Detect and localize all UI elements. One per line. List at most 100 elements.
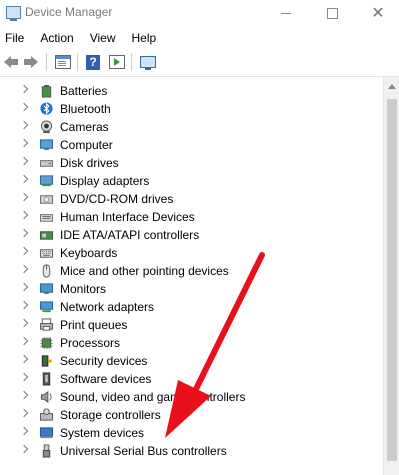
chevron-right-icon[interactable] <box>19 444 29 454</box>
tree-item-human-interface-devices[interactable]: Human Interface Devices <box>0 208 382 226</box>
network-adapter-icon <box>39 300 54 314</box>
tree-item-monitors[interactable]: Monitors <box>0 280 382 298</box>
chevron-right-icon[interactable] <box>19 336 29 346</box>
tree-item-network-adapters[interactable]: Network adapters <box>0 298 382 316</box>
chevron-right-icon[interactable] <box>19 264 29 274</box>
system-device-icon <box>39 426 54 440</box>
scroll-thumb[interactable] <box>387 99 397 461</box>
maximize-icon <box>326 8 338 19</box>
chevron-right-icon[interactable] <box>19 390 29 400</box>
chevron-right-icon[interactable] <box>19 282 29 292</box>
tree-item-label: Network adapters <box>60 300 155 314</box>
tree-item-label: Display adapters <box>60 174 150 188</box>
minimize-button[interactable] <box>263 0 309 27</box>
tree-item-label: Monitors <box>60 282 107 296</box>
tree-item-software-devices[interactable]: Software devices <box>0 370 382 388</box>
software-device-icon <box>39 372 54 386</box>
display-adapter-icon <box>39 174 54 188</box>
chevron-right-icon[interactable] <box>19 174 29 184</box>
title-bar: Device Manager ✕ <box>0 0 399 27</box>
chevron-right-icon[interactable] <box>19 156 29 166</box>
close-button[interactable]: ✕ <box>355 0 399 27</box>
tree-item-label: Disk drives <box>60 156 119 170</box>
battery-icon <box>39 84 54 98</box>
tree-item-disk-drives[interactable]: Disk drives <box>0 154 382 172</box>
tree-item-security-devices[interactable]: Security devices <box>0 352 382 370</box>
security-device-icon <box>39 354 54 368</box>
tree-item-mice-and-other-pointing-devices[interactable]: Mice and other pointing devices <box>0 262 382 280</box>
chevron-right-icon[interactable] <box>19 210 29 220</box>
dvd-drive-icon <box>39 192 54 206</box>
menu-action[interactable]: Action <box>32 27 81 49</box>
camera-icon <box>39 120 54 134</box>
menu-file[interactable]: File <box>0 27 32 49</box>
tree-item-bluetooth[interactable]: Bluetooth <box>0 100 382 118</box>
close-icon: ✕ <box>371 4 385 22</box>
tree-item-ide-ata-atapi-controllers[interactable]: IDE ATA/ATAPI controllers <box>0 226 382 244</box>
chevron-right-icon[interactable] <box>19 426 29 436</box>
tree-item-processors[interactable]: Processors <box>0 334 382 352</box>
tree-item-universal-serial-bus-controllers[interactable]: Universal Serial Bus controllers <box>0 442 382 460</box>
tree-item-system-devices[interactable]: System devices <box>0 424 382 442</box>
chevron-right-icon[interactable] <box>19 246 29 256</box>
toolbar-separator <box>131 53 132 71</box>
tree-item-label: Bluetooth <box>60 102 111 116</box>
minimize-icon <box>281 13 291 14</box>
chevron-right-icon[interactable] <box>19 318 29 328</box>
vertical-scrollbar[interactable] <box>383 77 399 475</box>
chevron-right-icon[interactable] <box>19 354 29 364</box>
help-icon[interactable]: ? <box>84 54 102 70</box>
tree-item-label: Print queues <box>60 318 128 332</box>
chevron-right-icon[interactable] <box>19 372 29 382</box>
tree-item-computer[interactable]: Computer <box>0 136 382 154</box>
back-arrow-icon[interactable] <box>2 54 20 70</box>
keyboard-icon <box>39 246 54 260</box>
tree-item-label: Storage controllers <box>60 408 161 422</box>
tree-item-label: Keyboards <box>60 246 118 260</box>
usb-icon <box>39 444 54 458</box>
menu-help[interactable]: Help <box>124 27 165 49</box>
tree-item-batteries[interactable]: Batteries <box>0 82 382 100</box>
chevron-right-icon[interactable] <box>19 300 29 310</box>
tree-item-display-adapters[interactable]: Display adapters <box>0 172 382 190</box>
chevron-right-icon[interactable] <box>19 408 29 418</box>
tree-item-label: IDE ATA/ATAPI controllers <box>60 228 200 242</box>
chevron-right-icon[interactable] <box>19 120 29 130</box>
tree-item-label: Universal Serial Bus controllers <box>60 444 227 458</box>
device-tree: Batteries Bluetooth Cameras Computer Disk dr… <box>0 77 382 475</box>
tree-item-sound-video-and-game-controllers[interactable]: Sound, video and game controllers <box>0 388 382 406</box>
tree-item-keyboards[interactable]: Keyboards <box>0 244 382 262</box>
disk-drive-icon <box>39 156 54 170</box>
tree-item-label: Mice and other pointing devices <box>60 264 229 278</box>
mouse-icon <box>39 264 54 278</box>
forward-arrow-icon[interactable] <box>22 54 40 70</box>
tree-item-storage-controllers[interactable]: Storage controllers <box>0 406 382 424</box>
scroll-up-icon[interactable] <box>388 84 396 89</box>
tree-item-dvd-cd-rom-drives[interactable]: DVD/CD-ROM drives <box>0 190 382 208</box>
storage-controller-icon <box>39 408 54 422</box>
tree-item-label: System devices <box>60 426 145 440</box>
menu-view[interactable]: View <box>82 27 124 49</box>
tree-item-print-queues[interactable]: Print queues <box>0 316 382 334</box>
window-title: Device Manager <box>25 5 113 19</box>
tree-item-label: Human Interface Devices <box>60 210 195 224</box>
tree-item-label: Software devices <box>60 372 152 386</box>
chevron-right-icon[interactable] <box>19 84 29 94</box>
chevron-right-icon[interactable] <box>19 228 29 238</box>
device-manager-app-icon <box>6 6 21 21</box>
run-icon[interactable] <box>108 54 126 70</box>
tree-item-label: Sound, video and game controllers <box>60 390 246 404</box>
scan-hardware-icon[interactable] <box>139 54 157 70</box>
maximize-button[interactable] <box>309 0 355 27</box>
sound-icon <box>39 390 54 404</box>
monitor-icon <box>39 282 54 296</box>
chevron-right-icon[interactable] <box>19 102 29 112</box>
ide-controller-icon <box>39 228 54 242</box>
tree-item-label: Cameras <box>60 120 109 134</box>
hid-icon <box>39 210 54 224</box>
toolbar-separator <box>77 53 78 71</box>
chevron-right-icon[interactable] <box>19 192 29 202</box>
chevron-right-icon[interactable] <box>19 138 29 148</box>
tree-item-cameras[interactable]: Cameras <box>0 118 382 136</box>
properties-icon[interactable] <box>54 54 72 70</box>
